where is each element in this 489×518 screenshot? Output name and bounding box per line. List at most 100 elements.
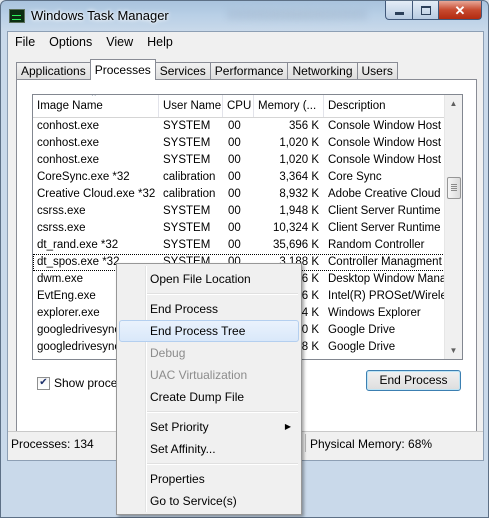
tab-networking[interactable]: Networking [287,62,358,80]
cell-memory: 1,020 K [279,137,319,149]
cell-description: Core Sync [328,171,382,183]
cell-description: Windows Explorer [328,307,421,319]
submenu-arrow-icon: ▶ [284,422,291,431]
table-row[interactable]: conhost.exe SYSTEM 00 356 K Console Window H… [33,118,445,135]
context-item-label: Go to Service(s) [150,494,237,508]
cell-user-name: SYSTEM [163,222,211,234]
cell-cpu: 00 [228,171,241,183]
cell-description: Random Controller [328,239,425,251]
cell-user-name: calibration [163,171,216,183]
column-description[interactable]: Description [324,95,445,117]
cell-user-name: SYSTEM [163,205,211,217]
table-row[interactable]: dt_rand.exe *32 SYSTEM 00 35,696 K Random Co… [33,237,445,254]
maximize-button[interactable] [413,1,439,20]
cell-user-name: SYSTEM [163,120,211,132]
minimize-button[interactable] [385,1,413,20]
table-row[interactable]: conhost.exe SYSTEM 00 1,020 K Console Window… [33,135,445,152]
table-row[interactable]: CoreSync.exe *32 calibration 00 3,364 K Core… [33,169,445,186]
context-item-end-process[interactable]: End Process [119,298,299,320]
list-header: ⌃ Image Name User Name CPU Memory (... D… [33,95,445,118]
cell-cpu: 00 [228,188,241,200]
window-title: Windows Task Manager [31,8,169,23]
cell-memory: 1,020 K [279,154,319,166]
tab-services[interactable]: Services [154,62,211,80]
scroll-down-arrow-icon[interactable]: ▼ [445,342,462,359]
cell-description: Google Drive [328,324,396,336]
context-item-label: Open File Location [150,272,251,286]
cell-image-name: conhost.exe [37,154,100,166]
cell-user-name: SYSTEM [163,239,211,251]
cell-memory: 3,364 K [279,171,319,183]
cell-description: Console Window Host [328,154,442,166]
maximize-icon [420,5,431,15]
column-image-name[interactable]: ⌃ Image Name [33,95,159,117]
cell-memory: 356 K [288,120,319,132]
column-user-name[interactable]: User Name [159,95,223,117]
menu-options[interactable]: Options [42,32,99,52]
status-physical-memory: Physical Memory: 68% [310,437,433,451]
cell-image-name: Creative Cloud.exe *32 [37,188,156,200]
context-item-properties[interactable]: Properties [119,468,299,490]
tab-strip: Applications Processes Services Performa… [16,59,398,80]
context-item-label: Set Affinity... [150,442,216,456]
context-item-end-process-tree[interactable]: End Process Tree [119,320,299,342]
menu-view[interactable]: View [99,32,140,52]
context-item-label: Debug [150,346,186,360]
context-item-label: Set Priority [150,420,209,434]
cell-user-name: calibration [163,188,216,200]
menu-help[interactable]: Help [140,32,180,52]
tab-applications[interactable]: Applications [16,62,91,80]
cell-description: Adobe Creative Cloud [328,188,441,200]
menu-file[interactable]: File [8,32,42,52]
vertical-scrollbar[interactable]: ▲ ▼ [444,95,462,359]
scroll-up-arrow-icon[interactable]: ▲ [445,95,462,112]
tab-users[interactable]: Users [356,62,398,80]
task-manager-icon [9,9,25,23]
context-item-open-file-location[interactable]: Open File Location [119,268,299,290]
cell-user-name: SYSTEM [163,154,211,166]
context-item-label: Create Dump File [150,390,245,404]
cell-description: Controller Managment [328,256,442,268]
cell-image-name: csrss.exe [37,205,86,217]
tab-processes[interactable]: Processes [89,59,156,80]
cell-description: Client Server Runtime P [328,205,445,217]
cell-image-name: conhost.exe [37,120,100,132]
context-item-label: End Process [150,302,219,316]
end-process-label: End Process [379,373,448,387]
process-context-menu: Open File Location End Process End Process… [116,263,302,515]
cell-memory: 10,324 K [272,222,319,234]
cell-image-name: dt_rand.exe *32 [37,239,119,251]
cell-description: Desktop Window Mana [328,273,445,285]
blurred-title-region [227,9,367,20]
cell-cpu: 00 [228,205,241,217]
grip-icon [451,184,457,191]
context-item-label: Properties [150,472,205,486]
table-row[interactable]: csrss.exe SYSTEM 00 10,324 K Client Server R… [33,220,445,237]
context-item-set-priority[interactable]: Set Priority ▶ [119,416,299,438]
cell-description: Client Server Runtime P [328,222,445,234]
cell-cpu: 00 [228,239,241,251]
column-memory[interactable]: Memory (... [254,95,324,117]
column-cpu[interactable]: CPU [223,95,254,117]
cell-description: Console Window Host [328,137,442,149]
table-row[interactable]: conhost.exe SYSTEM 00 1,020 K Console Window… [33,152,445,169]
table-row[interactable]: Creative Cloud.exe *32 calibration 00 8,932… [33,186,445,203]
cell-description: Console Window Host [328,120,442,132]
title-bar[interactable]: Windows Task Manager ✕ [1,1,488,31]
context-item-create-dump-file[interactable]: Create Dump File [119,386,299,408]
cell-cpu: 00 [228,120,241,132]
context-item-go-to-service-s[interactable]: Go to Service(s) [119,490,299,512]
show-all-users-checkbox[interactable]: ✔ [37,376,50,390]
minimize-icon [394,11,404,15]
cell-cpu: 00 [228,222,241,234]
cell-memory: 1,948 K [279,205,319,217]
end-process-button[interactable]: End Process [366,370,461,391]
close-button[interactable]: ✕ [439,1,482,20]
table-row[interactable]: csrss.exe SYSTEM 00 1,948 K Client Server Ru… [33,203,445,220]
scrollbar-thumb[interactable] [447,177,461,199]
context-item-uac-virtualization: UAC Virtualization [119,364,299,386]
tab-performance[interactable]: Performance [209,62,289,80]
cell-memory: 8,932 K [279,188,319,200]
cell-description: Intel(R) PROSet/Wirele [328,290,445,302]
context-item-set-affinity[interactable]: Set Affinity... [119,438,299,460]
